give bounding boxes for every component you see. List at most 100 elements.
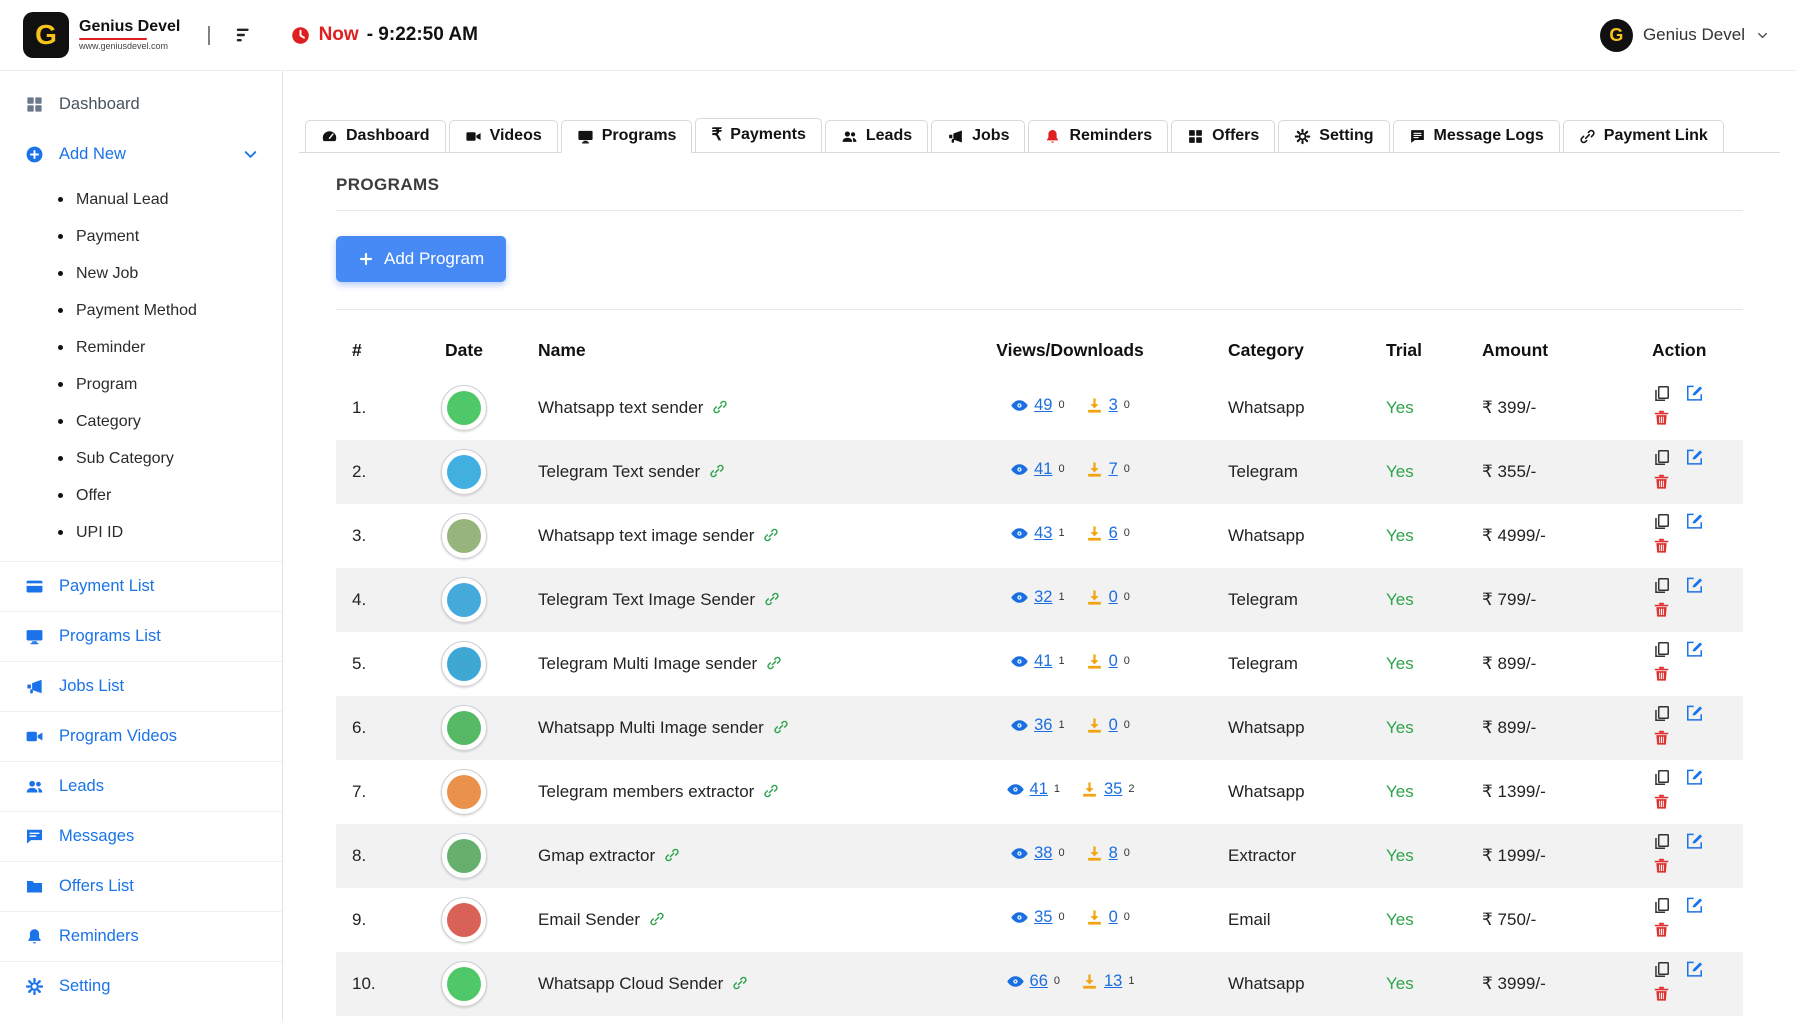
sidebar-subitem-category[interactable]: Category	[0, 403, 282, 440]
program-link-icon[interactable]	[763, 783, 779, 799]
edit-button[interactable]	[1685, 448, 1704, 467]
views-link[interactable]: 35	[1034, 908, 1052, 927]
tab-jobs[interactable]: Jobs	[931, 120, 1025, 153]
sidebar-subitem-upi-id[interactable]: UPI ID	[0, 514, 282, 551]
tab-payments[interactable]: ₹Payments	[695, 118, 821, 153]
copy-button[interactable]	[1652, 704, 1671, 723]
sidebar-item-add-new[interactable]: Add New	[0, 129, 282, 179]
tab-videos[interactable]: Videos	[449, 120, 558, 153]
program-link-icon[interactable]	[764, 591, 780, 607]
edit-button[interactable]	[1685, 704, 1704, 723]
downloads-link[interactable]: 8	[1109, 844, 1118, 863]
delete-button[interactable]	[1652, 792, 1671, 811]
sidebar-item-leads[interactable]: Leads	[0, 761, 282, 811]
sidebar-item-payment-list[interactable]: Payment List	[0, 561, 282, 611]
edit-button[interactable]	[1685, 512, 1704, 531]
edit-button[interactable]	[1685, 640, 1704, 659]
delete-button[interactable]	[1652, 600, 1671, 619]
sidebar-item-offers-list[interactable]: Offers List	[0, 861, 282, 911]
add-program-button[interactable]: Add Program	[336, 236, 506, 282]
user-menu[interactable]: G Genius Devel	[1600, 19, 1770, 52]
downloads-link[interactable]: 35	[1104, 780, 1122, 799]
edit-button[interactable]	[1685, 768, 1704, 787]
downloads-link[interactable]: 0	[1109, 716, 1118, 735]
sidebar-subitem-manual-lead[interactable]: Manual Lead	[0, 181, 282, 218]
program-link-icon[interactable]	[649, 911, 665, 927]
delete-button[interactable]	[1652, 920, 1671, 939]
sidebar-item-dashboard[interactable]: Dashboard	[0, 79, 282, 129]
copy-button[interactable]	[1652, 512, 1671, 531]
sidebar-subitem-payment-method[interactable]: Payment Method	[0, 292, 282, 329]
edit-button[interactable]	[1685, 832, 1704, 851]
views-link[interactable]: 41	[1034, 460, 1052, 479]
delete-button[interactable]	[1652, 408, 1671, 427]
sidebar-item-messages[interactable]: Messages	[0, 811, 282, 861]
delete-button[interactable]	[1652, 856, 1671, 875]
tab-dashboard[interactable]: Dashboard	[305, 120, 446, 153]
tab-offers[interactable]: Offers	[1171, 120, 1275, 153]
program-link-icon[interactable]	[664, 847, 680, 863]
downloads-link[interactable]: 7	[1109, 460, 1118, 479]
downloads-link[interactable]: 6	[1109, 524, 1118, 543]
copy-button[interactable]	[1652, 448, 1671, 467]
plus-icon	[358, 251, 374, 267]
eye-icon	[1010, 652, 1029, 671]
sort-bars-icon[interactable]	[234, 24, 256, 46]
copy-button[interactable]	[1652, 960, 1671, 979]
sidebar-item-jobs-list[interactable]: Jobs List	[0, 661, 282, 711]
sidebar-item-reminders[interactable]: Reminders	[0, 911, 282, 961]
copy-button[interactable]	[1652, 768, 1671, 787]
edit-button[interactable]	[1685, 384, 1704, 403]
edit-button[interactable]	[1685, 576, 1704, 595]
program-name: Telegram Text sender	[538, 462, 700, 481]
sidebar-subitem-program[interactable]: Program	[0, 366, 282, 403]
views-link[interactable]: 32	[1034, 588, 1052, 607]
tab-message-logs[interactable]: Message Logs	[1393, 120, 1560, 153]
downloads-link[interactable]: 0	[1109, 908, 1118, 927]
delete-button[interactable]	[1652, 472, 1671, 491]
sidebar-subitem-new-job[interactable]: New Job	[0, 255, 282, 292]
tab-reminders[interactable]: Reminders	[1028, 120, 1168, 153]
program-link-icon[interactable]	[712, 399, 728, 415]
delete-button[interactable]	[1652, 984, 1671, 1003]
delete-button[interactable]	[1652, 728, 1671, 747]
tab-leads[interactable]: Leads	[825, 120, 928, 153]
sidebar-item-label: Programs List	[59, 627, 260, 646]
sidebar-item-programs-list[interactable]: Programs List	[0, 611, 282, 661]
copy-button[interactable]	[1652, 384, 1671, 403]
views-link[interactable]: 66	[1030, 972, 1048, 991]
sidebar-item-setting[interactable]: Setting	[0, 961, 282, 1011]
tab-programs[interactable]: Programs	[561, 120, 693, 153]
views-link[interactable]: 36	[1034, 716, 1052, 735]
downloads-link[interactable]: 0	[1109, 588, 1118, 607]
views-link[interactable]: 41	[1030, 780, 1048, 799]
program-link-icon[interactable]	[763, 527, 779, 543]
sidebar-subitem-sub-category[interactable]: Sub Category	[0, 440, 282, 477]
sidebar-item-program-videos[interactable]: Program Videos	[0, 711, 282, 761]
sidebar-subitem-reminder[interactable]: Reminder	[0, 329, 282, 366]
copy-button[interactable]	[1652, 640, 1671, 659]
program-link-icon[interactable]	[766, 655, 782, 671]
views-link[interactable]: 43	[1034, 524, 1052, 543]
sidebar-subitem-offer[interactable]: Offer	[0, 477, 282, 514]
edit-button[interactable]	[1685, 896, 1704, 915]
sidebar-subitem-payment[interactable]: Payment	[0, 218, 282, 255]
program-link-icon[interactable]	[732, 975, 748, 991]
downloads-link[interactable]: 3	[1109, 396, 1118, 415]
copy-button[interactable]	[1652, 576, 1671, 595]
downloads-link[interactable]: 13	[1104, 972, 1122, 991]
delete-button[interactable]	[1652, 536, 1671, 555]
program-link-icon[interactable]	[709, 463, 725, 479]
views-link[interactable]: 41	[1034, 652, 1052, 671]
views-link[interactable]: 38	[1034, 844, 1052, 863]
brand-logo[interactable]: G Genius Devel www.geniusdevel.com	[23, 12, 180, 58]
copy-button[interactable]	[1652, 832, 1671, 851]
downloads-link[interactable]: 0	[1109, 652, 1118, 671]
tab-setting[interactable]: Setting	[1278, 120, 1389, 153]
views-link[interactable]: 49	[1034, 396, 1052, 415]
delete-button[interactable]	[1652, 664, 1671, 683]
copy-button[interactable]	[1652, 896, 1671, 915]
program-link-icon[interactable]	[773, 719, 789, 735]
tab-payment-link[interactable]: Payment Link	[1563, 120, 1724, 153]
edit-button[interactable]	[1685, 960, 1704, 979]
